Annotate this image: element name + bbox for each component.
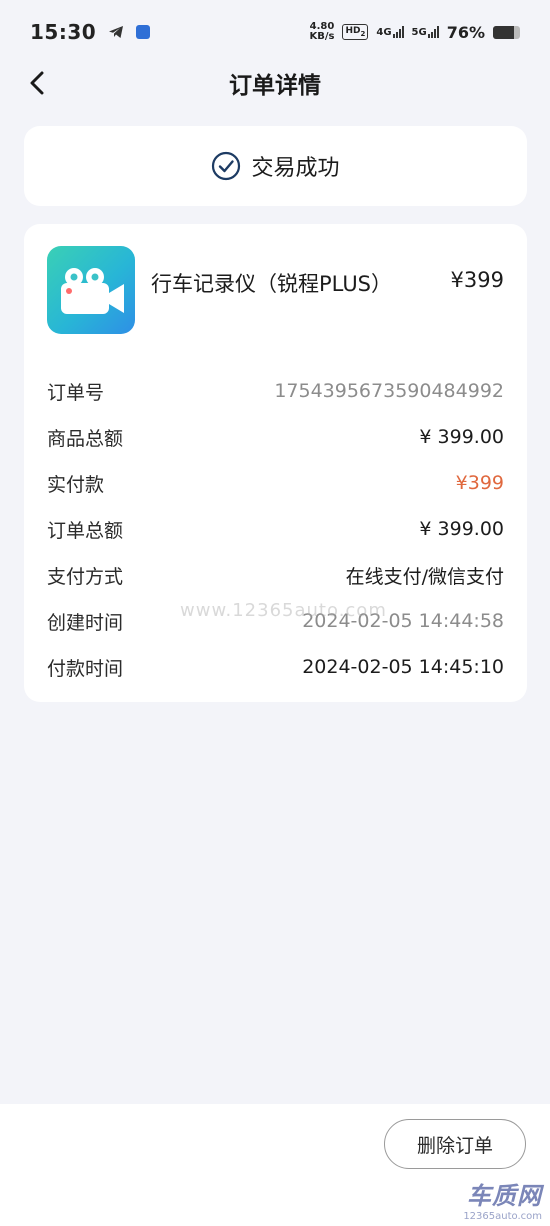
back-button[interactable]: [20, 66, 54, 100]
info-row-paid-amount: 实付款 ¥399: [47, 460, 504, 506]
delete-order-button[interactable]: 删除订单: [384, 1119, 526, 1169]
info-label: 商品总额: [47, 427, 124, 450]
paid-time-value: 2024-02-05 14:45:10: [302, 656, 504, 678]
signal-icon: 5G: [412, 26, 439, 38]
info-row-payment-method: 支付方式 在线支付/微信支付: [47, 552, 504, 598]
transaction-status-text: 交易成功: [251, 156, 340, 181]
order-detail-card: 行车记录仪（锐程PLUS） ¥399 订单号 17543956735904849…: [24, 224, 527, 702]
info-row-goods-total: 商品总额 ¥ 399.00: [47, 414, 504, 460]
info-row-paid-time: 付款时间 2024-02-05 14:45:10: [47, 644, 504, 690]
app-notification-icon: [136, 25, 151, 39]
product-row[interactable]: 行车记录仪（锐程PLUS） ¥399: [47, 246, 504, 336]
payment-method-value: 在线支付/微信支付: [345, 565, 504, 588]
created-time-value: 2024-02-05 14:44:58: [302, 610, 504, 632]
signal-icon: 4G: [376, 26, 404, 38]
order-info-list: 订单号 1754395673590484992 商品总额 ¥ 399.00 实付…: [47, 368, 504, 690]
info-label: 订单号: [47, 381, 105, 404]
info-label: 实付款: [47, 473, 105, 496]
status-bar: 15:30 4.80 KB/s HD2 4G 5G 76%: [0, 0, 550, 64]
info-label: 支付方式: [47, 565, 124, 588]
battery-percent: 76%: [446, 22, 485, 42]
info-label: 订单总额: [47, 519, 124, 542]
order-number-value: 1754395673590484992: [274, 380, 504, 402]
info-label: 创建时间: [47, 611, 124, 634]
info-label: 付款时间: [47, 657, 124, 680]
chevron-left-icon: [30, 71, 44, 95]
battery-icon: [493, 25, 520, 39]
video-camera-icon: [47, 246, 135, 334]
product-price: ¥399: [450, 268, 504, 292]
bottom-action-bar: 删除订单 车质网 12365auto.com: [0, 1104, 550, 1226]
page-header: 订单详情: [0, 60, 550, 106]
brand-watermark-url: 12365auto.com: [463, 1211, 542, 1222]
check-circle-icon: [212, 151, 241, 181]
brand-watermark: 车质网 12365auto.com: [463, 1176, 542, 1222]
status-time: 15:30: [30, 20, 97, 44]
brand-watermark-title: 车质网: [467, 1182, 542, 1210]
order-total-value: ¥ 399.00: [419, 518, 504, 540]
paid-amount-value: ¥399: [455, 472, 504, 494]
info-row-order-number: 订单号 1754395673590484992: [47, 368, 504, 414]
transaction-status-card: 交易成功: [24, 126, 527, 206]
page-title: 订单详情: [229, 73, 321, 99]
goods-total-value: ¥ 399.00: [419, 426, 504, 448]
net-speed: 4.80 KB/s: [309, 21, 335, 42]
hd-icon: HD2: [342, 23, 369, 41]
info-row-created-time: 创建时间 2024-02-05 14:44:58: [47, 598, 504, 644]
product-name: 行车记录仪（锐程PLUS）: [151, 272, 393, 296]
telegram-icon: [109, 26, 124, 38]
info-row-order-total: 订单总额 ¥ 399.00: [47, 506, 504, 552]
